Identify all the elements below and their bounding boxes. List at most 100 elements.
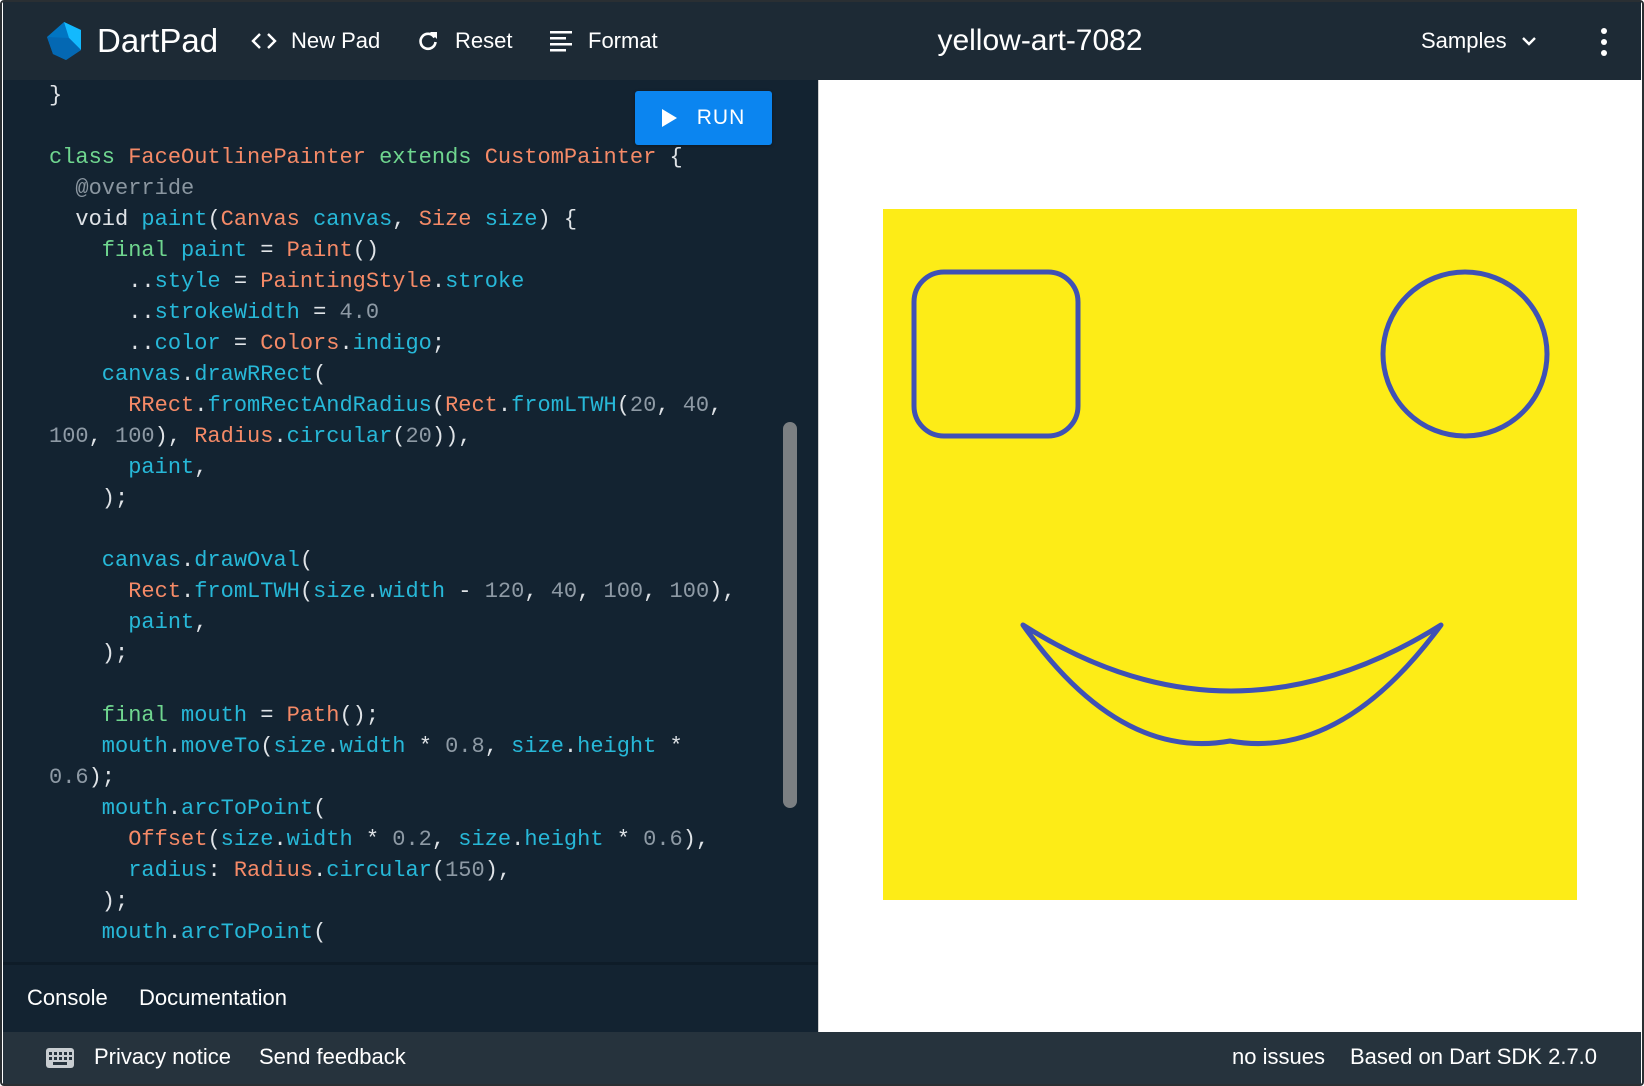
code-token: height — [524, 827, 617, 852]
code-line[interactable]: radius: Radius.circular(150), — [49, 855, 789, 886]
app-title: DartPad — [97, 22, 219, 59]
code-token: circular — [286, 424, 393, 449]
pad-name[interactable]: yellow-art-7082 — [937, 24, 1142, 57]
keyboard-icon[interactable] — [45, 1046, 75, 1070]
code-token: 20 — [405, 424, 432, 449]
code-line[interactable]: paint, — [49, 607, 789, 638]
code-line[interactable]: ..style = PaintingStyle.stroke — [49, 266, 789, 297]
code-content[interactable]: } class FaceOutlinePainter extends Custo… — [49, 80, 789, 948]
code-token: width — [379, 579, 459, 604]
editor-scrollbar[interactable] — [783, 422, 797, 808]
tab-documentation[interactable]: Documentation — [139, 985, 287, 1011]
code-line[interactable]: ..strokeWidth = 4.0 — [49, 297, 789, 328]
code-line[interactable]: Offset(size.width * 0.2, size.height * 0… — [49, 824, 789, 855]
sdk-version: Based on Dart SDK 2.7.0 — [1350, 1044, 1598, 1069]
code-token: size — [313, 579, 366, 604]
dart-logo-icon — [47, 22, 81, 60]
code-token: mouth — [49, 796, 168, 821]
more-menu-icon[interactable] — [1589, 24, 1619, 60]
run-button[interactable]: RUN — [635, 91, 772, 145]
code-line[interactable]: ..color = Colors.indigo; — [49, 328, 789, 359]
code-token: , — [484, 734, 512, 759]
code-token: . — [339, 331, 353, 356]
send-feedback-link[interactable]: Send feedback — [259, 1044, 406, 1070]
code-token: * — [616, 827, 644, 852]
code-line[interactable] — [49, 514, 789, 545]
code-line[interactable]: @override — [49, 173, 789, 204]
samples-dropdown[interactable]: Samples — [1421, 2, 1537, 80]
code-token: , — [656, 393, 683, 418]
code-editor[interactable]: } class FaceOutlinePainter extends Custo… — [3, 80, 818, 962]
code-token: size — [220, 827, 274, 852]
code-line[interactable]: ); — [49, 886, 789, 917]
code-line[interactable]: RRect.fromRectAndRadius(Rect.fromLTWH(20… — [49, 390, 789, 421]
code-token: Paint — [286, 238, 353, 263]
code-line[interactable]: void paint(Canvas canvas, Size size) { — [49, 204, 789, 235]
code-token: Path — [286, 703, 340, 728]
code-line[interactable]: 100, 100), Radius.circular(20)), — [49, 421, 789, 452]
code-line[interactable]: canvas.drawOval( — [49, 545, 789, 576]
code-token: . — [167, 796, 182, 821]
code-token: . — [563, 734, 578, 759]
samples-label: Samples — [1421, 28, 1507, 53]
code-token: .. — [49, 331, 155, 356]
code-token: . — [511, 827, 525, 852]
code-token: ( — [616, 393, 630, 418]
code-token: extends — [379, 145, 485, 170]
code-token: . — [167, 734, 182, 759]
code-token: - — [458, 579, 485, 604]
code-token: = — [233, 331, 261, 356]
code-line[interactable]: Rect.fromLTWH(size.width - 120, 40, 100,… — [49, 576, 789, 607]
code-token: canvas — [49, 362, 182, 387]
code-token: { — [669, 145, 683, 170]
code-token: 40 — [682, 393, 710, 418]
code-token: paint — [181, 238, 261, 263]
code-line[interactable]: mouth.arcToPoint( — [49, 917, 789, 948]
code-token: RRect — [49, 393, 195, 418]
code-line[interactable]: 0.6); — [49, 762, 789, 793]
code-token: 0.2 — [392, 827, 432, 852]
code-token: , — [709, 393, 723, 418]
code-token: size — [458, 827, 512, 852]
code-line[interactable]: mouth.arcToPoint( — [49, 793, 789, 824]
code-token: stroke — [445, 269, 525, 294]
code-line[interactable]: final mouth = Path(); — [49, 700, 789, 731]
code-token: 20 — [629, 393, 657, 418]
code-token: class — [49, 145, 129, 170]
code-token: . — [326, 734, 340, 759]
code-token: canvas — [313, 207, 393, 232]
align-left-icon — [546, 26, 576, 56]
code-line[interactable]: ); — [49, 483, 789, 514]
code-token: paint — [49, 455, 195, 480]
code-token: ); — [49, 889, 129, 914]
refresh-icon — [413, 26, 443, 56]
code-token: color — [154, 331, 234, 356]
code-line[interactable]: mouth.moveTo(size.width * 0.8, size.heig… — [49, 731, 789, 762]
code-line[interactable]: canvas.drawRRect( — [49, 359, 789, 390]
new-pad-button[interactable]: New Pad — [249, 2, 380, 80]
tab-console[interactable]: Console — [27, 985, 108, 1011]
code-line[interactable]: ); — [49, 638, 789, 669]
code-token: 100 — [115, 424, 155, 449]
output-panel — [818, 80, 1641, 1032]
painter-canvas — [883, 209, 1577, 900]
format-button[interactable]: Format — [546, 2, 658, 80]
code-token: , — [194, 455, 208, 480]
code-line[interactable]: class FaceOutlinePainter extends CustomP… — [49, 142, 789, 173]
app-header: DartPad New Pad Reset Format yellow-art-… — [3, 2, 1641, 80]
code-token: 0.6 — [643, 827, 683, 852]
code-token: = — [260, 238, 287, 263]
code-token: 40 — [550, 579, 578, 604]
code-token: paint — [49, 610, 195, 635]
code-line[interactable]: final paint = Paint() — [49, 235, 789, 266]
reset-button[interactable]: Reset — [413, 2, 512, 80]
reset-label: Reset — [455, 28, 513, 53]
code-token: Colors — [260, 331, 340, 356]
privacy-notice-link[interactable]: Privacy notice — [94, 1044, 231, 1070]
code-token: ( — [260, 734, 274, 759]
code-line[interactable] — [49, 669, 789, 700]
code-token: ); — [49, 641, 129, 666]
code-line[interactable]: paint, — [49, 452, 789, 483]
code-token: ( — [207, 207, 221, 232]
status-bar: Privacy notice Send feedback no issues B… — [3, 1032, 1641, 1084]
